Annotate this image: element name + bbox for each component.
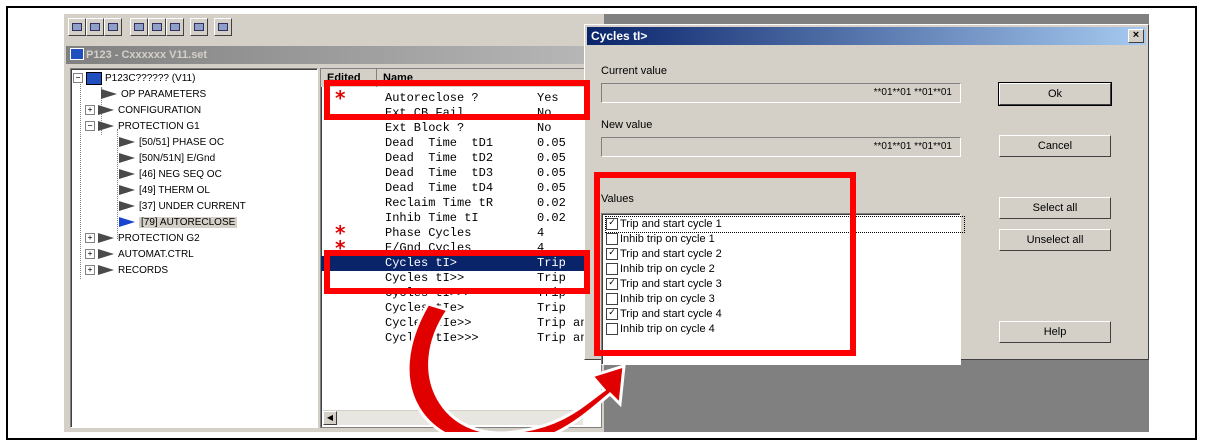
annotation-arrow	[406, 302, 626, 432]
curved-arrow-icon	[406, 302, 626, 432]
screenshot-area: P123 - Cxxxxxx V11.set − P123C?????? (V11…	[64, 14, 1149, 432]
